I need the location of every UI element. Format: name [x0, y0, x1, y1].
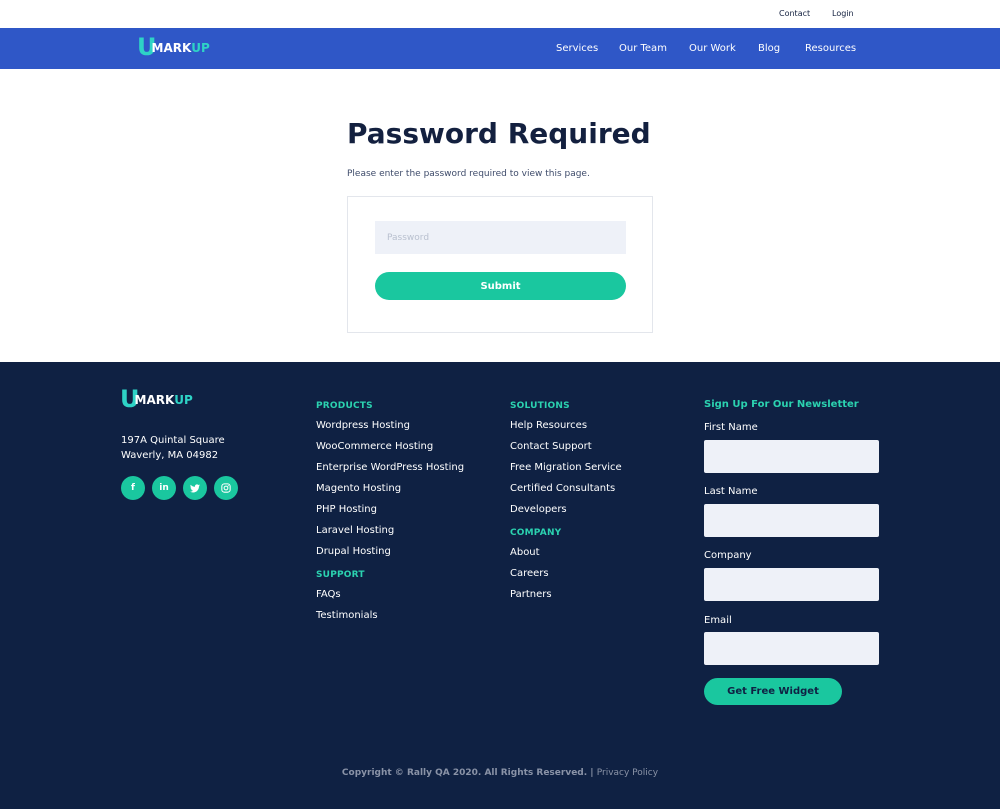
- first-name-field[interactable]: [704, 440, 879, 473]
- newsletter-heading: Sign Up For Our Newsletter: [704, 399, 859, 410]
- link-laravel-hosting[interactable]: Laravel Hosting: [316, 524, 464, 537]
- link-developers[interactable]: Developers: [510, 503, 622, 516]
- link-enterprise-wordpress-hosting[interactable]: Enterprise WordPress Hosting: [316, 461, 464, 474]
- last-name-field[interactable]: [704, 504, 879, 537]
- link-careers[interactable]: Careers: [510, 567, 622, 580]
- link-testimonials[interactable]: Testimonials: [316, 609, 464, 622]
- nav-services[interactable]: Services: [556, 43, 598, 54]
- linkedin-icon[interactable]: in: [152, 476, 176, 500]
- email-label: Email: [704, 615, 732, 626]
- logo-up-text: UP: [191, 41, 210, 55]
- contact-link[interactable]: Contact: [779, 9, 810, 18]
- footer-col-products: PRODUCTS Wordpress Hosting WooCommerce H…: [316, 401, 464, 622]
- link-contact-support[interactable]: Contact Support: [510, 440, 622, 453]
- main-navbar: U MARK UP Services Our Team Our Work Blo…: [0, 28, 1000, 69]
- social-links: f in: [121, 476, 238, 500]
- support-heading: SUPPORT: [316, 570, 365, 580]
- facebook-icon[interactable]: f: [121, 476, 145, 500]
- nav-our-work[interactable]: Our Work: [689, 43, 736, 54]
- footer-logo[interactable]: U MARK UP: [120, 387, 193, 411]
- twitter-icon[interactable]: [183, 476, 207, 500]
- copyright-text: Copyright © Rally QA 2020. All Rights Re…: [341, 768, 594, 778]
- link-partners[interactable]: Partners: [510, 588, 622, 601]
- link-faqs[interactable]: FAQs: [316, 588, 464, 601]
- footer-address: 197A Quintal Square Waverly, MA 04982: [121, 433, 225, 463]
- copyright-bar: Copyright © Rally QA 2020. All Rights Re…: [0, 768, 1000, 778]
- link-help-resources[interactable]: Help Resources: [510, 419, 622, 432]
- link-woocommerce-hosting[interactable]: WooCommerce Hosting: [316, 440, 464, 453]
- page-subtitle: Please enter the password required to vi…: [347, 169, 590, 179]
- site-footer: U MARK UP 197A Quintal Square Waverly, M…: [0, 362, 1000, 809]
- products-heading: PRODUCTS: [316, 401, 373, 411]
- link-php-hosting[interactable]: PHP Hosting: [316, 503, 464, 516]
- nav-blog[interactable]: Blog: [758, 43, 780, 54]
- address-line-2: Waverly, MA 04982: [121, 450, 219, 461]
- submit-button[interactable]: Submit: [375, 272, 626, 300]
- logo-up-text: UP: [174, 393, 193, 407]
- last-name-label: Last Name: [704, 486, 758, 497]
- link-certified-consultants[interactable]: Certified Consultants: [510, 482, 622, 495]
- get-free-widget-button[interactable]: Get Free Widget: [704, 678, 842, 705]
- password-form: Submit: [347, 196, 653, 333]
- instagram-icon[interactable]: [214, 476, 238, 500]
- header-logo[interactable]: U MARK UP: [137, 35, 210, 59]
- link-about[interactable]: About: [510, 546, 622, 559]
- footer-col-solutions: SOLUTIONS Help Resources Contact Support…: [510, 401, 622, 601]
- link-magento-hosting[interactable]: Magento Hosting: [316, 482, 464, 495]
- top-utility-bar: Contact Login: [0, 0, 1000, 28]
- address-line-1: 197A Quintal Square: [121, 435, 225, 446]
- login-link[interactable]: Login: [832, 9, 854, 18]
- logo-mark-text: MARK: [151, 41, 192, 55]
- link-free-migration-service[interactable]: Free Migration Service: [510, 461, 622, 474]
- privacy-policy-link[interactable]: Privacy Policy: [597, 768, 658, 778]
- first-name-label: First Name: [704, 422, 758, 433]
- company-label: Company: [704, 550, 752, 561]
- nav-our-team[interactable]: Our Team: [619, 43, 667, 54]
- password-input[interactable]: [375, 221, 626, 254]
- link-drupal-hosting[interactable]: Drupal Hosting: [316, 545, 464, 558]
- company-heading: COMPANY: [510, 528, 562, 538]
- company-field[interactable]: [704, 568, 879, 601]
- page-title: Password Required: [347, 117, 651, 150]
- email-field[interactable]: [704, 632, 879, 665]
- logo-mark-text: MARK: [134, 393, 175, 407]
- link-wordpress-hosting[interactable]: Wordpress Hosting: [316, 419, 464, 432]
- solutions-heading: SOLUTIONS: [510, 401, 570, 411]
- nav-resources[interactable]: Resources: [805, 43, 856, 54]
